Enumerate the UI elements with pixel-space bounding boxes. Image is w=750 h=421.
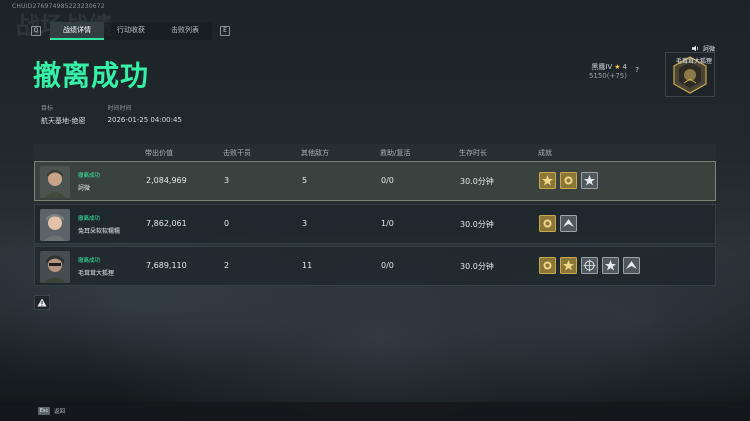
survival-time: 30.0分钟 xyxy=(460,220,494,229)
survival-time: 30.0分钟 xyxy=(460,262,494,271)
rank-line: 黑鹰IV ★ 4 xyxy=(591,62,627,72)
rank-points: 5150(+75) xyxy=(588,72,627,80)
silver-target-badge-icon[interactable] xyxy=(581,257,598,274)
silver-wing-badge-icon[interactable] xyxy=(623,257,640,274)
kill-count: 3 xyxy=(224,176,230,185)
table-row[interactable]: 撤离成功 兔耳朵软软糯糯 7,862,061 0 3 1/0 30.0分钟 xyxy=(34,204,716,244)
table-header: 带出价值 击败干员 其他敌方 救助/复活 生存时长 成就 xyxy=(34,144,716,160)
kill-count: 0 xyxy=(224,219,230,228)
gold-sun-badge-icon[interactable] xyxy=(560,172,577,189)
esc-key-hint[interactable]: Esc xyxy=(38,407,50,415)
achievement-list xyxy=(539,215,577,232)
col-time: 生存时长 xyxy=(459,149,487,157)
time-label: 时间时间 xyxy=(107,105,132,112)
extract-value: 2,084,969 xyxy=(146,176,187,185)
achievement-list xyxy=(539,172,598,189)
gold-star-badge-icon[interactable] xyxy=(539,172,556,189)
user-panel: 訶微 黑鹰IV ★ 4 5150(+75) ? 毛茸茸大狐狸 xyxy=(555,44,715,104)
col-value: 带出价值 xyxy=(145,149,173,157)
key-hint-e: E xyxy=(220,26,230,36)
player-name: 訶微 xyxy=(78,185,91,192)
avatar xyxy=(40,251,70,283)
help-icon[interactable]: ? xyxy=(635,66,639,74)
player-name: 兔耳朵软软糯糯 xyxy=(78,228,121,235)
emblem-name: 毛茸茸大狐狸 xyxy=(675,58,712,65)
player-name: 毛茸茸大狐狸 xyxy=(78,270,115,277)
results-table: 带出价值 击败干员 其他敌方 救助/复活 生存时长 成就 撤离成功 訶微 2,0… xyxy=(34,144,716,286)
col-achievements: 成就 xyxy=(538,149,552,157)
extract-status: 撤离成功 xyxy=(78,173,101,179)
silver-star-badge-icon[interactable] xyxy=(602,257,619,274)
rescue-count: 0/0 xyxy=(381,176,394,185)
avatar xyxy=(40,209,70,241)
other-enemy-count: 5 xyxy=(302,176,308,185)
col-other: 其他敌方 xyxy=(301,149,329,157)
gold-sun-badge-icon[interactable] xyxy=(539,257,556,274)
silver-star-badge-icon[interactable] xyxy=(581,172,598,189)
bottom-bar: Esc 返回 xyxy=(0,402,750,421)
rank-name: 黑鹰IV xyxy=(591,63,613,71)
extract-status: 撤离成功 xyxy=(78,216,101,222)
page-title: 撤离成功 xyxy=(33,59,150,92)
tab-operation-gains[interactable]: 行动收获 xyxy=(104,22,158,40)
tab-kill-list[interactable]: 击败列表 xyxy=(158,22,212,40)
rank-stars: 4 xyxy=(622,63,627,71)
rescue-count: 1/0 xyxy=(381,219,394,228)
warning-icon xyxy=(37,298,47,307)
back-label[interactable]: 返回 xyxy=(54,407,65,415)
gold-sun-badge-icon[interactable] xyxy=(539,215,556,232)
target-label: 目标 xyxy=(41,105,54,112)
star-icon: ★ xyxy=(614,63,621,71)
silver-wing-badge-icon[interactable] xyxy=(560,215,577,232)
tabs: 战绩详情 行动收获 击败列表 xyxy=(50,22,212,40)
col-rescue: 救助/复活 xyxy=(380,149,411,157)
extract-value: 7,862,061 xyxy=(146,219,187,228)
gold-star-badge-icon[interactable] xyxy=(560,257,577,274)
target-value: 航天基地-绝密 xyxy=(41,117,86,125)
extract-value: 7,689,110 xyxy=(146,261,187,270)
other-enemy-count: 11 xyxy=(302,261,313,270)
tab-battle-details[interactable]: 战绩详情 xyxy=(50,22,104,40)
rescue-count: 0/0 xyxy=(381,261,394,270)
speaker-icon xyxy=(691,45,699,52)
time-block: 时间时间 2026-01-25 04:00:45 xyxy=(108,103,182,126)
table-row[interactable]: 撤离成功 毛茸茸大狐狸 7,689,110 2 11 0/0 30.0分钟 xyxy=(34,246,716,286)
col-kills: 击败干员 xyxy=(223,149,251,157)
kill-count: 2 xyxy=(224,261,230,270)
target-block: 目标 航天基地-绝密 xyxy=(41,103,86,126)
table-row[interactable]: 撤离成功 訶微 2,084,969 3 5 0/0 30.0分钟 xyxy=(34,161,716,201)
survival-time: 30.0分钟 xyxy=(460,177,494,186)
achievement-list xyxy=(539,257,640,274)
report-button[interactable] xyxy=(34,295,50,310)
key-hint-q: Q xyxy=(31,26,41,36)
time-value: 2026-01-25 04:00:45 xyxy=(107,116,182,124)
extract-status: 撤离成功 xyxy=(78,258,101,264)
other-enemy-count: 3 xyxy=(302,219,308,228)
avatar xyxy=(40,166,70,198)
mission-meta: 目标 航天基地-绝密 时间时间 2026-01-25 04:00:45 xyxy=(41,103,182,126)
tab-bar: Q 战绩详情 行动收获 击败列表 E xyxy=(31,22,230,40)
